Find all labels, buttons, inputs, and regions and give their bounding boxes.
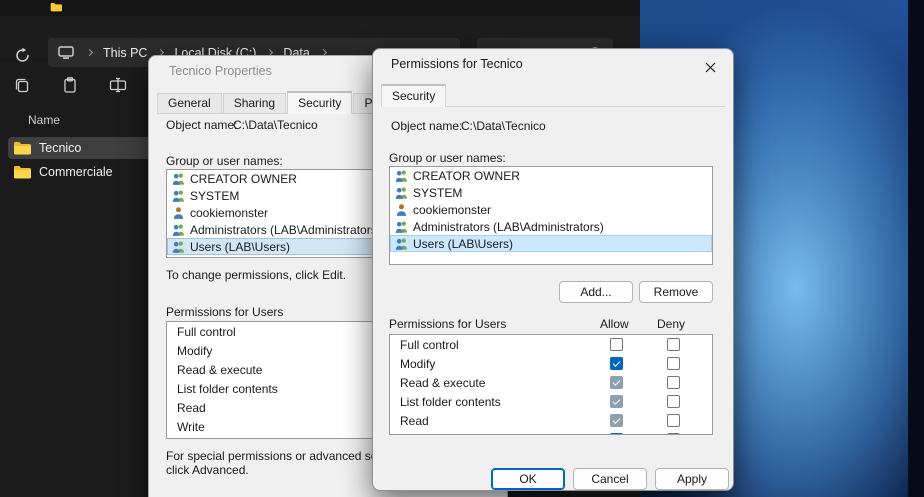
deny-checkbox[interactable] [667, 338, 680, 351]
object-name-label: Object name: [166, 118, 237, 132]
rename-button[interactable] [105, 72, 131, 98]
object-name-value: C:\Data\Tecnico [233, 118, 318, 132]
group-name: SYSTEM [190, 189, 239, 203]
permissions-dialog: Permissions for Tecnico Security Object … [372, 48, 734, 491]
allow-checkbox[interactable] [610, 414, 623, 427]
permission-row: List folder contents [390, 392, 712, 411]
permission-label: Read & execute [400, 376, 485, 390]
group-list: CREATOR OWNER SYSTEM cookiemonster Admin… [389, 166, 713, 265]
folder-icon [13, 141, 31, 155]
tab-folder-icon [50, 2, 62, 12]
allow-checkbox[interactable] [610, 395, 623, 408]
group-user-names-label: Group or user names: [166, 154, 283, 168]
user-icon [395, 203, 408, 216]
folder-name: Commerciale [39, 165, 113, 179]
permission-row: Read [390, 411, 712, 430]
allow-checkbox[interactable] [610, 357, 623, 370]
group-list-item[interactable]: CREATOR OWNER [390, 167, 712, 184]
permission-label: Read [400, 414, 429, 428]
group-name: CREATOR OWNER [190, 172, 297, 186]
allow-checkbox[interactable] [610, 433, 623, 435]
folder-name: Tecnico [39, 141, 81, 155]
permissions-tabstrip: Security [381, 87, 725, 107]
allow-checkbox[interactable] [610, 376, 623, 389]
group-icon [172, 189, 185, 202]
group-name: cookiemonster [413, 203, 491, 217]
tab-general[interactable]: General [157, 93, 222, 113]
advanced-hint-line2: click Advanced. [166, 463, 249, 477]
dialog-title: Tecnico Properties [169, 64, 272, 78]
paste-icon [61, 76, 79, 94]
column-header-name[interactable]: Name [28, 113, 148, 131]
group-list-item-selected[interactable]: Users (LAB\Users) [390, 235, 712, 252]
permissions-for-users-label: Permissions for Users [389, 317, 506, 331]
deny-column-header: Deny [657, 317, 685, 331]
group-list-item[interactable]: Administrators (LAB\Administrators) [390, 218, 712, 235]
group-icon [172, 240, 185, 253]
this-pc-icon [58, 46, 74, 60]
ok-button[interactable]: OK [491, 468, 565, 490]
desktop: { "explorer": { "breadcrumb": { "items":… [0, 0, 924, 497]
group-name: SYSTEM [413, 186, 462, 200]
tab-security[interactable]: Security [381, 84, 446, 107]
explorer-tab-bar [0, 0, 640, 16]
dialog-title: Permissions for Tecnico [391, 57, 523, 71]
group-name: cookiemonster [190, 206, 268, 220]
deny-checkbox[interactable] [667, 433, 680, 435]
group-list-item[interactable]: cookiemonster [390, 201, 712, 218]
refresh-button[interactable] [11, 44, 33, 66]
deny-checkbox[interactable] [667, 395, 680, 408]
permissions-for-users-label: Permissions for Users [166, 305, 283, 319]
tab-security[interactable]: Security [287, 91, 352, 114]
object-name-label: Object name: [391, 119, 462, 133]
group-user-names-label: Group or user names: [389, 151, 506, 165]
paste-button[interactable] [57, 72, 83, 98]
allow-column-header: Allow [600, 317, 629, 331]
folder-icon [13, 165, 31, 179]
group-name: CREATOR OWNER [413, 169, 520, 183]
group-name: Administrators (LAB\Administrators) [413, 220, 604, 234]
group-name: Administrators (LAB\Administrators) [190, 223, 381, 237]
group-icon [395, 220, 408, 233]
permission-row: Modify [390, 354, 712, 373]
group-icon [395, 169, 408, 182]
permission-label: Write [400, 433, 428, 436]
add-button[interactable]: Add... [559, 281, 633, 303]
group-name: Users (LAB\Users) [413, 237, 513, 251]
permission-label: List folder contents [400, 395, 501, 409]
permission-row: Write [390, 430, 712, 435]
apply-button[interactable]: Apply [655, 468, 729, 490]
deny-checkbox[interactable] [667, 376, 680, 389]
tab-sharing[interactable]: Sharing [223, 93, 286, 113]
group-icon [395, 237, 408, 250]
file-row-commerciale[interactable]: Commerciale [8, 161, 170, 183]
copy-button[interactable] [9, 72, 35, 98]
remove-button[interactable]: Remove [639, 281, 713, 303]
edit-hint-text: To change permissions, click Edit. [166, 268, 346, 282]
file-row-tecnico[interactable]: Tecnico [8, 137, 170, 159]
permission-label: Full control [400, 338, 459, 352]
group-icon [395, 186, 408, 199]
refresh-icon [14, 47, 31, 64]
deny-checkbox[interactable] [667, 414, 680, 427]
group-icon [172, 172, 185, 185]
group-list-item[interactable]: SYSTEM [390, 184, 712, 201]
allow-checkbox[interactable] [610, 338, 623, 351]
user-icon [172, 206, 185, 219]
copy-icon [13, 76, 31, 94]
cancel-button[interactable]: Cancel [573, 468, 647, 490]
close-button[interactable] [695, 55, 725, 79]
group-name: Users (LAB\Users) [190, 240, 290, 254]
close-icon [705, 62, 716, 73]
group-icon [172, 223, 185, 236]
permission-label: Modify [400, 357, 435, 371]
breadcrumb-item-this-pc[interactable]: This PC [101, 46, 149, 60]
permission-row: Read & execute [390, 373, 712, 392]
permissions-checkbox-list: Full control Modify Read & execute List … [389, 334, 713, 435]
chevron-right-icon [86, 49, 93, 56]
object-name-value: C:\Data\Tecnico [461, 119, 546, 133]
rename-icon [109, 76, 127, 94]
deny-checkbox[interactable] [667, 357, 680, 370]
permission-row: Full control [390, 335, 712, 354]
